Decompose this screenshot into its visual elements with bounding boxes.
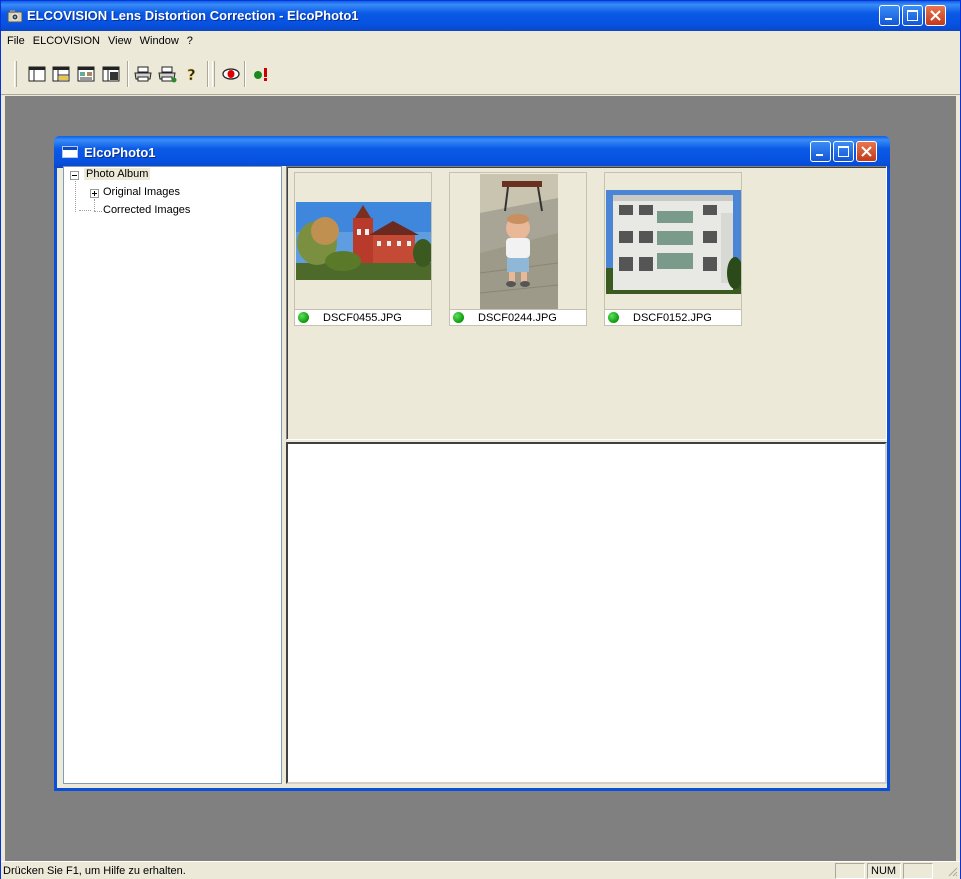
- building-photo: [606, 190, 741, 294]
- minimize-button[interactable]: [879, 5, 900, 26]
- maximize-icon: [907, 10, 918, 21]
- layout-thumbnails-button[interactable]: [76, 64, 96, 84]
- statusbar: Drücken Sie F1, um Hilfe zu erhalten. NU…: [1, 861, 960, 879]
- status-green-dot-icon: [608, 312, 619, 323]
- thumbnail-item[interactable]: DSCF0455.JPG: [294, 172, 432, 328]
- run-correction-icon: [254, 68, 267, 81]
- thumbnail-item[interactable]: DSCF0152.JPG: [604, 172, 742, 328]
- resize-grip-icon[interactable]: [946, 865, 958, 877]
- toolbar-grip[interactable]: [212, 61, 215, 87]
- app-titlebar[interactable]: ELCOVISION Lens Distortion Correction - …: [1, 1, 960, 31]
- status-message: Drücken Sie F1, um Hilfe zu erhalten.: [3, 865, 186, 877]
- correction-eye-icon: [222, 68, 240, 80]
- thumbnail-pane[interactable]: DSCF0455.JPG DSCF0244.JPG DSCF0152.JPG: [286, 166, 887, 440]
- toolbar: ?: [1, 53, 960, 95]
- menubar: File ELCOVISION View Window ?: [1, 32, 960, 50]
- layout-detail-button[interactable]: [101, 64, 121, 84]
- camera-app-icon: [7, 10, 23, 23]
- menu-window[interactable]: Window: [136, 35, 183, 47]
- print-button[interactable]: [133, 64, 153, 84]
- child-photo: [479, 174, 559, 309]
- child-minimize-button[interactable]: [810, 141, 831, 162]
- print-preview-button[interactable]: [157, 64, 177, 84]
- thumbnail-filename: DSCF0152.JPG: [633, 312, 712, 324]
- thumbnail-filename: DSCF0244.JPG: [478, 312, 557, 324]
- layout-split-icon: [52, 66, 70, 82]
- layout-tree-icon: [28, 66, 46, 82]
- toolbar-separator: [207, 61, 209, 87]
- layout-thumbnails-icon: [77, 66, 95, 82]
- menu-help[interactable]: ?: [183, 35, 197, 47]
- album-tree[interactable]: Photo Album Original Images Corrected Im…: [63, 166, 282, 784]
- close-icon: [930, 10, 941, 21]
- minimize-icon: [816, 154, 823, 156]
- thumbnail-item[interactable]: DSCF0244.JPG: [449, 172, 587, 328]
- status-scroll-indicator: [903, 863, 933, 879]
- help-icon: ?: [187, 66, 196, 85]
- maximize-button[interactable]: [902, 5, 923, 26]
- help-button[interactable]: ?: [181, 64, 201, 85]
- child-titlebar[interactable]: ElcoPhoto1: [54, 136, 890, 168]
- layout-split-button[interactable]: [51, 64, 71, 84]
- thumbnail-caption: DSCF0244.JPG: [449, 310, 587, 326]
- tree-label-root: Photo Album: [84, 168, 151, 180]
- image-detail-pane[interactable]: [286, 442, 887, 784]
- toolbar-separator: [244, 61, 246, 87]
- tree-label-original-images: Original Images: [103, 186, 181, 198]
- menu-elcovision[interactable]: ELCOVISION: [29, 35, 104, 47]
- document-icon: [62, 146, 78, 158]
- tree-connector: [75, 181, 76, 212]
- print-preview-icon: [158, 66, 177, 83]
- layout-tree-button[interactable]: [27, 64, 47, 84]
- app-window-controls: [879, 5, 946, 26]
- correction-eye-button[interactable]: [221, 64, 241, 84]
- expand-icon[interactable]: [90, 189, 99, 198]
- child-maximize-button[interactable]: [833, 141, 854, 162]
- toolbar-grip[interactable]: [14, 61, 17, 87]
- tree-connector: [94, 199, 95, 211]
- tree-connector: [94, 211, 102, 212]
- thumbnail-frame: [294, 172, 432, 310]
- status-green-dot-icon: [298, 312, 309, 323]
- castle-photo: [296, 202, 431, 280]
- menu-file[interactable]: File: [3, 35, 29, 47]
- child-close-button[interactable]: [856, 141, 877, 162]
- layout-detail-icon: [102, 66, 120, 82]
- thumbnail-caption: DSCF0455.JPG: [294, 310, 432, 326]
- tree-connector: [79, 210, 91, 211]
- toolbar-separator: [127, 61, 129, 87]
- status-green-dot-icon: [453, 312, 464, 323]
- app-title: ELCOVISION Lens Distortion Correction - …: [27, 8, 359, 23]
- child-window-controls: [810, 141, 877, 162]
- collapse-icon[interactable]: [70, 171, 79, 180]
- child-window-title: ElcoPhoto1: [84, 145, 156, 160]
- status-caps-indicator: [835, 863, 865, 879]
- photo-album-window: ElcoPhoto1 Photo Album Original Images C…: [54, 136, 890, 791]
- print-icon: [134, 66, 152, 82]
- thumbnail-frame: [449, 172, 587, 310]
- close-button[interactable]: [925, 5, 946, 26]
- maximize-icon: [838, 146, 849, 157]
- thumbnail-caption: DSCF0152.JPG: [604, 310, 742, 326]
- run-correction-button[interactable]: [251, 64, 271, 84]
- minimize-icon: [885, 18, 892, 20]
- main-window: ELCOVISION Lens Distortion Correction - …: [0, 0, 961, 879]
- menu-view[interactable]: View: [104, 35, 136, 47]
- thumbnail-filename: DSCF0455.JPG: [323, 312, 402, 324]
- thumbnail-frame: [604, 172, 742, 310]
- tree-label-corrected-images: Corrected Images: [103, 204, 191, 216]
- status-num-indicator: NUM: [867, 863, 901, 879]
- close-icon: [861, 146, 872, 157]
- svg-text:?: ?: [187, 66, 196, 84]
